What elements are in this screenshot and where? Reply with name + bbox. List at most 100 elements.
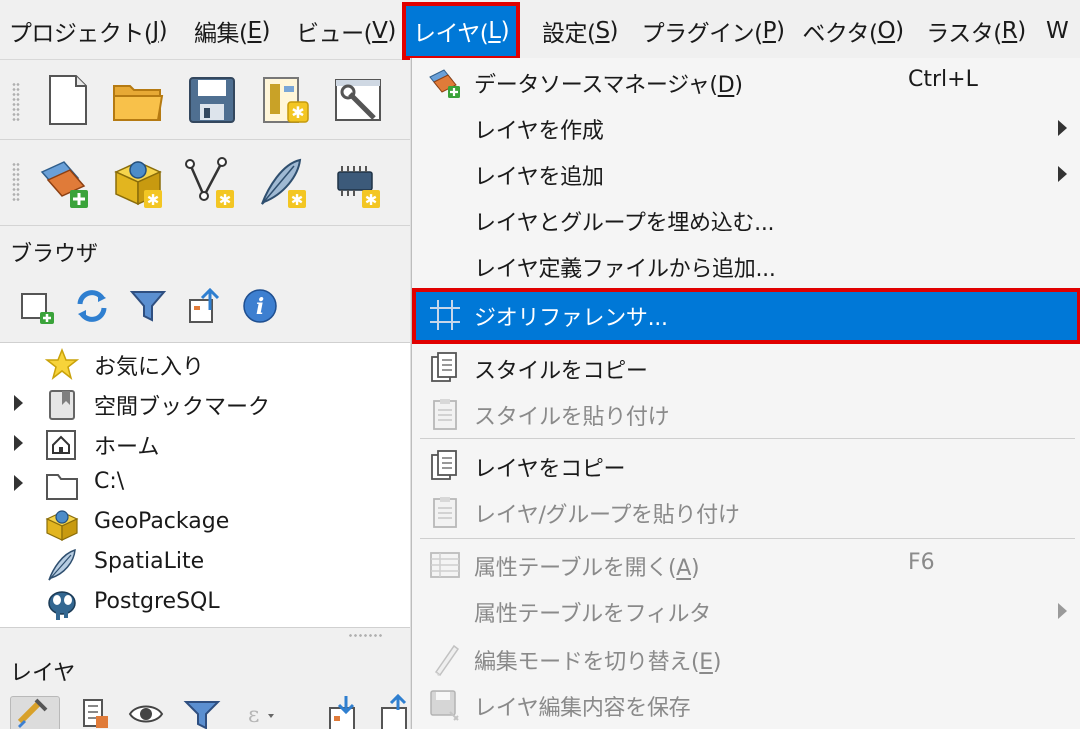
- new-geopackage-layer-icon[interactable]: ✱: [110, 154, 166, 210]
- expand-arrow-icon[interactable]: [14, 475, 23, 491]
- menu-item-add-layer[interactable]: レイヤを追加: [412, 152, 1080, 198]
- toggle-editing-icon: [434, 644, 460, 676]
- add-selected-layers-icon[interactable]: [18, 286, 58, 326]
- toolbar-grip[interactable]: [12, 82, 20, 122]
- menu-paren: ): [775, 18, 785, 44]
- filter-browser-icon[interactable]: [128, 286, 168, 326]
- menu-item-toggle-editing[interactable]: 編集モードを切り替え(E): [412, 637, 1080, 683]
- copy-layer-icon: [431, 450, 457, 480]
- filter-legend-icon[interactable]: [182, 692, 222, 729]
- shortcut-label: Ctrl+L: [908, 67, 978, 92]
- menu-paren: ): [158, 18, 168, 44]
- menu-item-data-source-manager[interactable]: データソースマネージャ(D) Ctrl+L: [412, 60, 1080, 106]
- menu-item-filter-attribute-table[interactable]: 属性テーブルをフィルタ: [412, 589, 1080, 635]
- filter-by-expression-icon[interactable]: ε: [240, 692, 280, 729]
- menu-item-georeferencer[interactable]: ジオリファレンサ...: [412, 288, 1080, 344]
- data-source-manager-icon: [429, 69, 460, 98]
- menu-accel-key: S: [595, 18, 610, 44]
- menu-item-create-layer[interactable]: レイヤを作成: [412, 106, 1080, 152]
- style-manager-icon[interactable]: [332, 72, 388, 128]
- properties-info-icon[interactable]: i: [240, 286, 280, 326]
- tree-item-label: 空間ブックマーク: [94, 395, 271, 420]
- open-layer-styling-icon[interactable]: [14, 692, 54, 729]
- tree-item-favorites[interactable]: お気に入り: [0, 345, 410, 385]
- menu-item-save-layer-edits[interactable]: レイヤ編集内容を保存: [412, 683, 1080, 729]
- menu-item-label: レイヤとグループを埋め込む...: [474, 211, 775, 236]
- toolbar-grip[interactable]: [12, 162, 20, 202]
- new-print-layout-icon[interactable]: ✱: [258, 72, 314, 128]
- tree-item-postgresql[interactable]: PostgreSQL: [0, 585, 410, 625]
- menu-paren: ): [261, 18, 271, 44]
- browser-tree: お気に入り 空間ブックマーク ホーム C:\ GeoPackage Spatia…: [0, 342, 410, 628]
- menu-separator: [420, 538, 1075, 539]
- new-spatialite-layer-icon[interactable]: ✱: [254, 154, 310, 210]
- expand-arrow-icon[interactable]: [14, 435, 23, 451]
- menu-item-paste-style[interactable]: スタイルを貼り付け: [412, 392, 1080, 438]
- menu-label: プロジェクト(: [8, 21, 153, 47]
- menu-settings[interactable]: 設定(S): [534, 6, 626, 56]
- svg-text:✱: ✱: [291, 103, 304, 122]
- refresh-icon[interactable]: [72, 286, 112, 326]
- menu-paren: ): [1017, 18, 1026, 44]
- tree-item-drive-c[interactable]: C:\: [0, 465, 410, 505]
- bookmark-icon: [49, 390, 75, 420]
- menu-label: W: [1046, 18, 1069, 44]
- expand-all-icon[interactable]: [324, 692, 364, 729]
- project-toolbar: ✱: [0, 60, 411, 140]
- menu-accel-key: O: [877, 18, 896, 44]
- submenu-arrow-icon: [1058, 120, 1067, 136]
- menu-web-truncated[interactable]: W: [1046, 6, 1080, 56]
- manage-map-themes-icon[interactable]: [126, 692, 166, 729]
- layer-menu-dropdown: データソースマネージャ(D) Ctrl+L レイヤを作成 レイヤを追加 レイヤと…: [411, 58, 1080, 729]
- menu-item-embed-layers-groups[interactable]: レイヤとグループを埋め込む...: [412, 198, 1080, 244]
- menu-item-add-from-layer-definition[interactable]: レイヤ定義ファイルから追加...: [412, 244, 1080, 290]
- tree-item-label: お気に入り: [94, 355, 205, 380]
- folder-icon: [46, 474, 78, 500]
- menu-accel-key: E: [247, 18, 262, 44]
- menu-item-label: レイヤ編集内容を保存: [474, 696, 691, 721]
- shortcut-label: F6: [908, 550, 935, 575]
- menu-vector[interactable]: ベクタ(O): [800, 6, 906, 56]
- menu-accel-key: P: [762, 18, 777, 44]
- expand-arrow-icon[interactable]: [14, 395, 23, 411]
- menu-separator: [420, 438, 1075, 439]
- layers-panel-title: レイヤ: [10, 661, 76, 686]
- menu-paren: ): [895, 18, 904, 44]
- menu-item-paste-layer-group[interactable]: レイヤ/グループを貼り付け: [412, 490, 1080, 536]
- paste-layer-icon: [433, 497, 457, 528]
- menu-project[interactable]: プロジェクト(J): [9, 6, 168, 56]
- menu-item-label: レイヤを作成: [474, 119, 604, 144]
- collapse-all-layers-icon[interactable]: [376, 692, 416, 729]
- menu-item-label: 属性テーブルを開く(A): [474, 556, 700, 581]
- tree-item-home[interactable]: ホーム: [0, 425, 410, 465]
- open-project-icon[interactable]: [110, 72, 166, 128]
- panel-splitter-handle[interactable]: [348, 633, 384, 639]
- menu-edit[interactable]: 編集(E): [186, 6, 278, 56]
- tree-item-spatial-bookmarks[interactable]: 空間ブックマーク: [0, 385, 410, 425]
- tree-item-geopackage[interactable]: GeoPackage: [0, 505, 410, 545]
- menu-plugins[interactable]: プラグイン(P): [642, 6, 785, 56]
- menu-item-label: レイヤ/グループを貼り付け: [474, 503, 740, 528]
- menu-item-label: 属性テーブルをフィルタ: [474, 602, 711, 627]
- data-source-manager-icon[interactable]: [38, 154, 94, 210]
- menu-layer[interactable]: レイヤ(L): [402, 2, 520, 60]
- menu-item-label: レイヤを追加: [474, 165, 604, 190]
- tree-item-spatialite[interactable]: SpatiaLite: [0, 545, 410, 585]
- paste-style-icon: [433, 399, 457, 430]
- menu-label: 設定(: [541, 21, 596, 47]
- menu-label: ビュー(: [296, 21, 373, 47]
- menu-item-label: レイヤをコピー: [474, 457, 626, 482]
- postgresql-elephant-icon: [48, 591, 76, 620]
- collapse-all-icon[interactable]: [184, 286, 224, 326]
- menu-view[interactable]: ビュー(V): [296, 6, 396, 56]
- add-group-icon[interactable]: [74, 692, 114, 729]
- new-project-icon[interactable]: [40, 72, 96, 128]
- menu-item-copy-layer[interactable]: レイヤをコピー: [412, 444, 1080, 490]
- menu-raster[interactable]: ラスタ(R): [924, 6, 1028, 56]
- menu-label: プラグイン(: [641, 21, 763, 47]
- new-temporary-scratch-layer-icon[interactable]: ✱: [328, 154, 384, 210]
- menu-item-open-attribute-table[interactable]: 属性テーブルを開く(A) F6: [412, 543, 1080, 589]
- save-project-icon[interactable]: [184, 72, 240, 128]
- new-shapefile-layer-icon[interactable]: ✱: [182, 154, 238, 210]
- menu-item-copy-style[interactable]: スタイルをコピー: [412, 346, 1080, 392]
